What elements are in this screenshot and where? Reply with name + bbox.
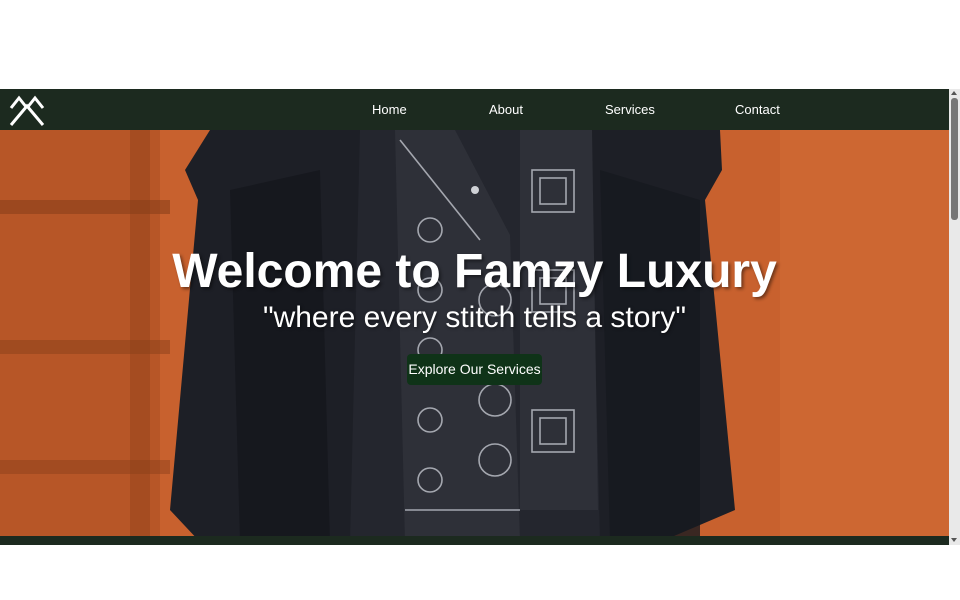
hero-title: Welcome to Famzy Luxury	[172, 245, 777, 298]
nav-link-about[interactable]: About	[489, 89, 523, 130]
scroll-up-arrow-icon[interactable]	[951, 91, 957, 95]
hero-section: Welcome to Famzy Luxury "where every sti…	[0, 130, 949, 542]
scrollbar-thumb[interactable]	[951, 98, 958, 220]
hero-background-image	[0, 130, 949, 542]
crossed-chevron-logo-icon[interactable]	[9, 92, 45, 126]
nav-link-contact[interactable]: Contact	[735, 89, 780, 130]
browser-viewport: Home About Services Contact Welcome to F…	[0, 89, 960, 545]
scroll-down-arrow-icon[interactable]	[951, 538, 957, 542]
hero-tagline: "where every stitch tells a story"	[262, 301, 687, 334]
vertical-scrollbar[interactable]	[949, 89, 960, 545]
nav-link-home[interactable]: Home	[372, 89, 407, 130]
explore-services-button[interactable]: Explore Our Services	[407, 354, 542, 385]
navbar: Home About Services Contact	[0, 89, 949, 130]
nav-link-services[interactable]: Services	[605, 89, 655, 130]
